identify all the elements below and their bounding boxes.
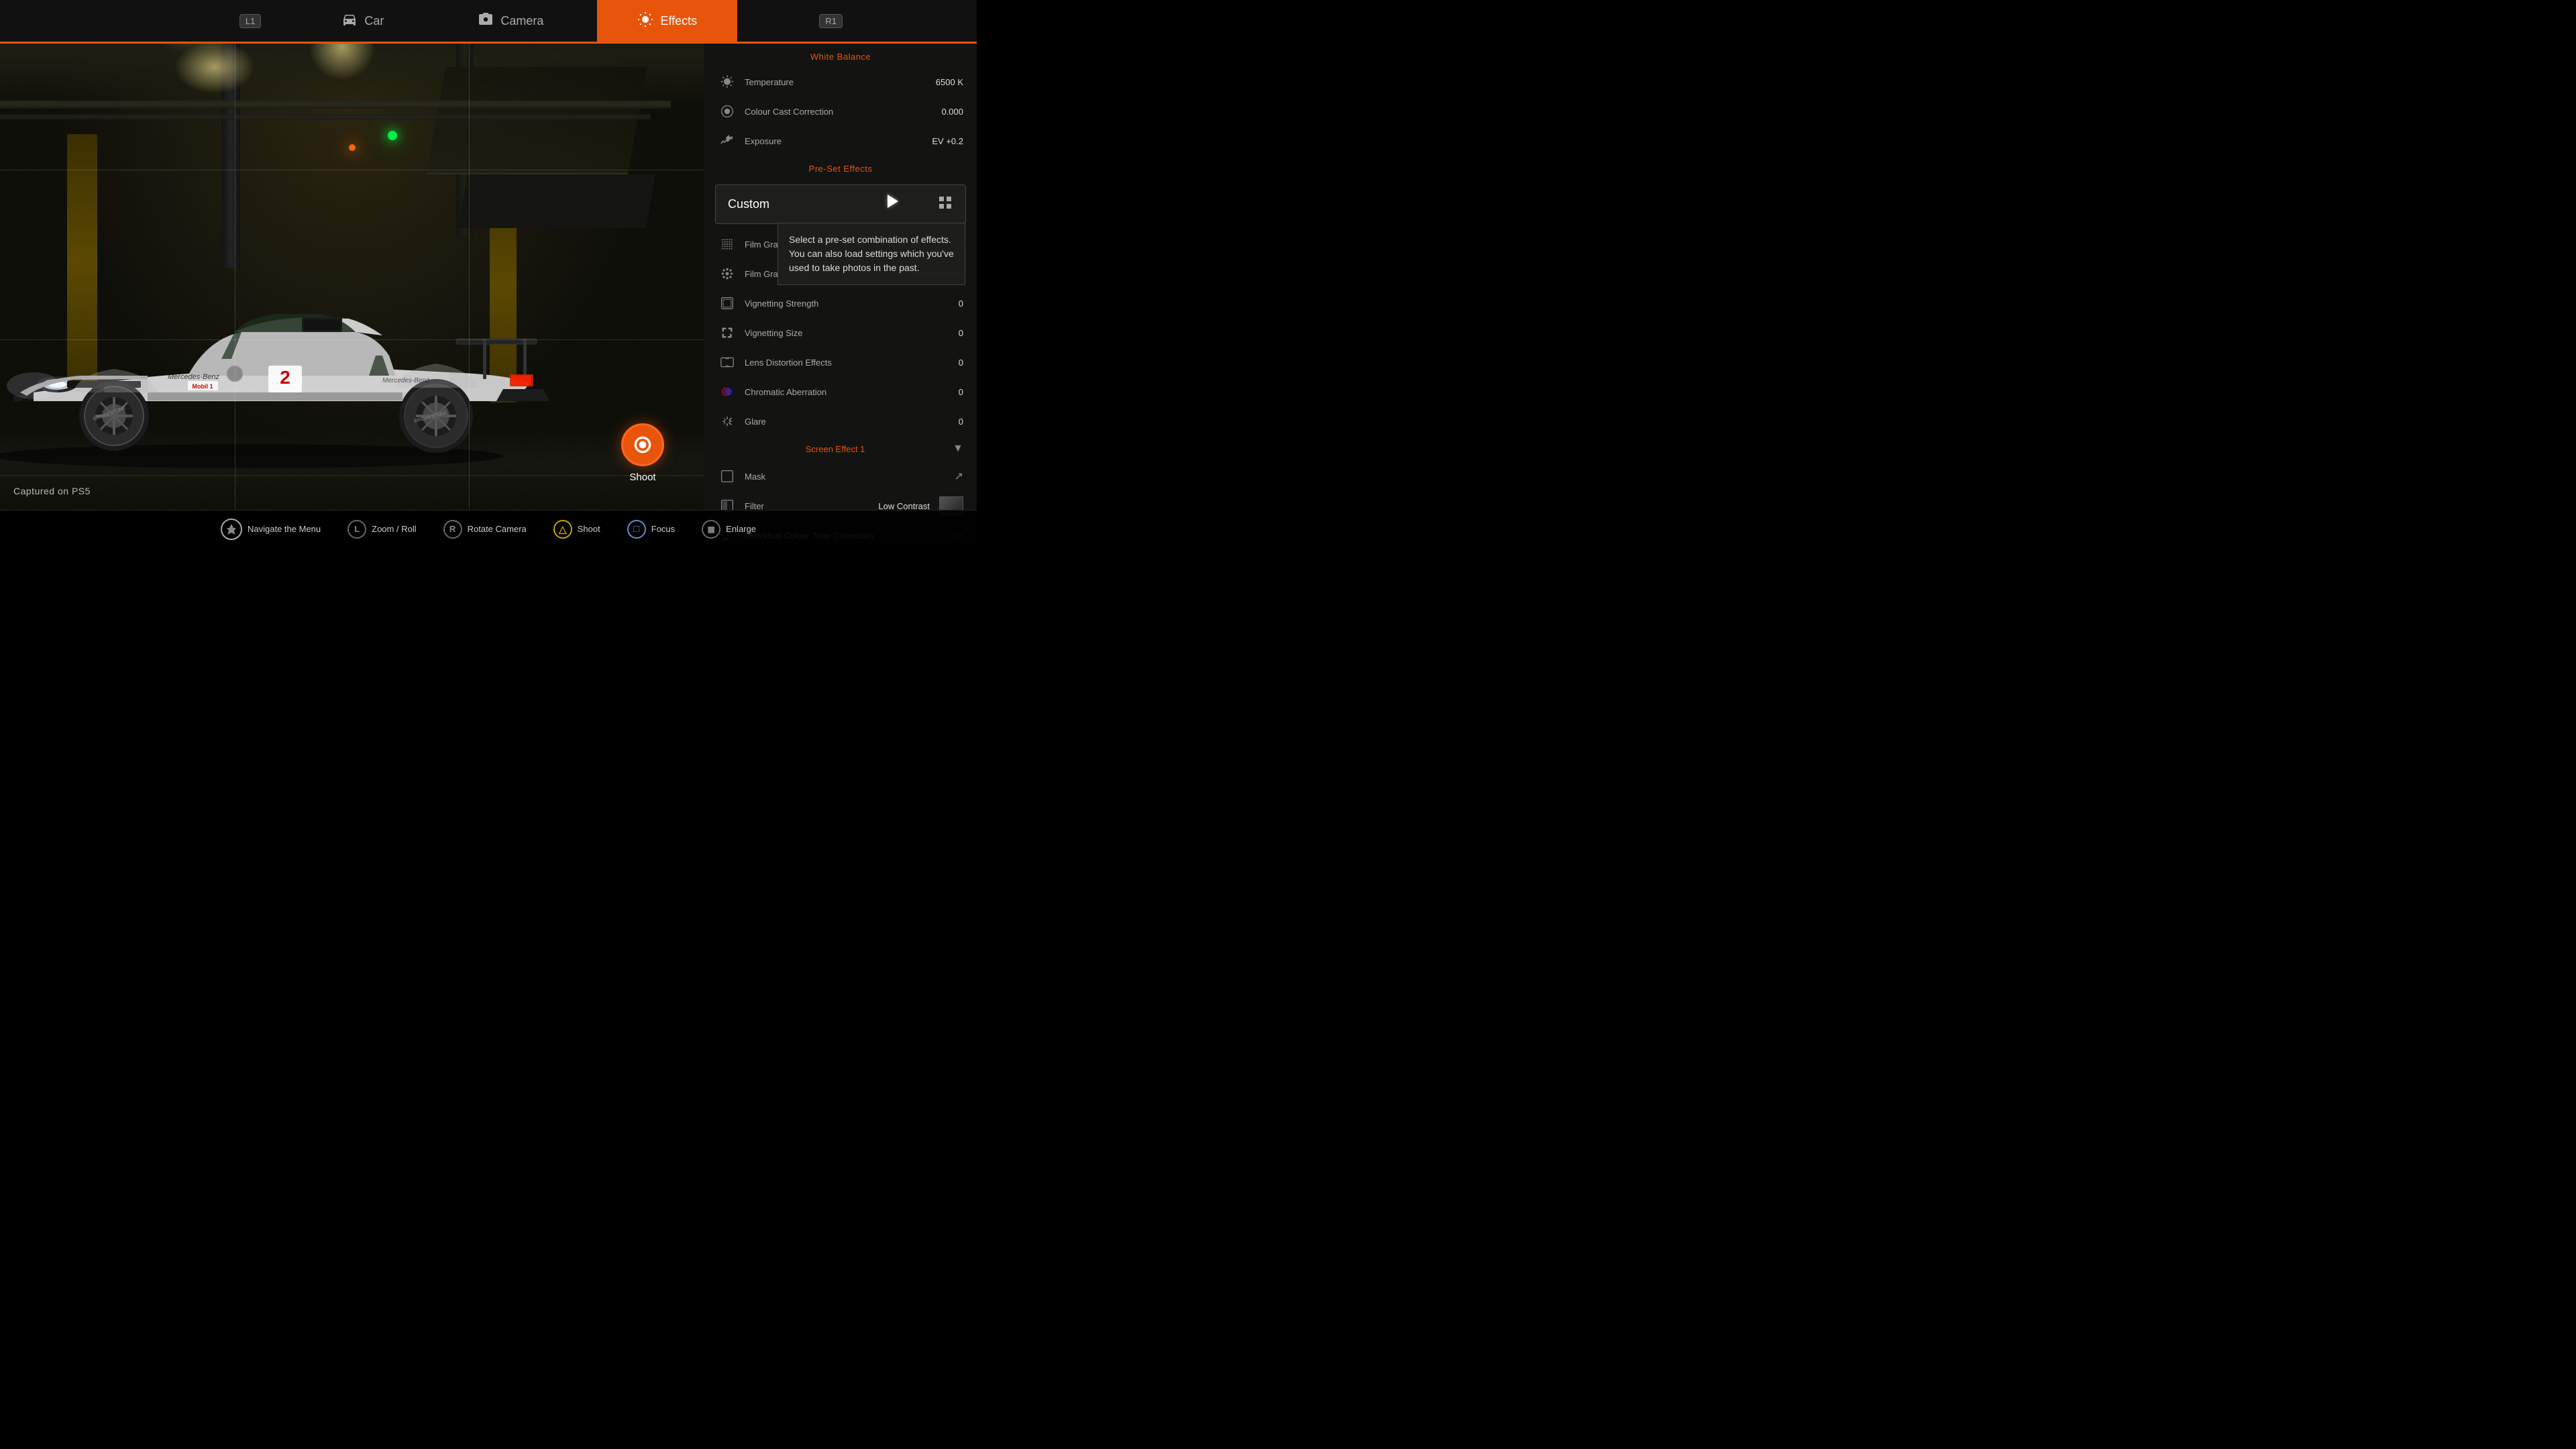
focus-label: Focus <box>651 524 675 534</box>
action-zoom: L Zoom / Roll <box>347 520 416 539</box>
cursor-arrow <box>888 195 898 208</box>
svg-text:AMG: AMG <box>91 387 105 394</box>
exposure-value: EV +0.2 <box>932 136 963 146</box>
shoot-action-label: Shoot <box>578 524 600 534</box>
temperature-value: 6500 K <box>936 77 963 87</box>
enlarge-button-icon: ▦ <box>702 520 720 539</box>
lens-distortion-row[interactable]: Lens Distortion Effects 0 <box>704 347 977 377</box>
action-rotate: R Rotate Camera <box>443 520 527 539</box>
lens-distortion-label: Lens Distortion Effects <box>745 358 959 368</box>
zoom-button-icon: L <box>347 520 366 539</box>
bottom-bar: Navigate the Menu L Zoom / Roll R Rotate… <box>0 510 977 547</box>
vignetting-strength-row[interactable]: Vignetting Strength 0 <box>704 288 977 318</box>
chromatic-aberration-icon <box>718 382 737 401</box>
focus-button-icon: □ <box>627 520 646 539</box>
vignetting-size-value: 0 <box>959 328 963 338</box>
mask-value-icon: ↗ <box>955 470 963 483</box>
exposure-label: Exposure <box>745 136 932 146</box>
rotate-button-icon: R <box>443 520 462 539</box>
captured-label: Captured on PS5 <box>13 486 91 496</box>
shoot-button[interactable]: Shoot <box>621 423 664 483</box>
vignetting-size-icon <box>718 323 737 342</box>
game-viewport: 2 <box>0 0 704 510</box>
preset-effects-header: Pre-Set Effects <box>704 156 977 179</box>
screen-effect-label: Screen Effect 1 <box>718 444 953 454</box>
tooltip: Select a pre-set combination of effects.… <box>777 223 965 285</box>
grid-icon <box>937 195 953 214</box>
film-grain-icon <box>718 235 737 254</box>
lens-distortion-icon <box>718 353 737 372</box>
action-enlarge: ▦ Enlarge <box>702 520 756 539</box>
colour-cast-row[interactable]: Colour Cast Correction 0.000 <box>704 97 977 126</box>
chromatic-aberration-value: 0 <box>959 387 963 397</box>
chromatic-aberration-label: Chromatic Aberration <box>745 387 959 397</box>
chromatic-aberration-row[interactable]: Chromatic Aberration 0 <box>704 377 977 407</box>
car-icon <box>341 11 358 31</box>
screen-effect-header[interactable]: Screen Effect 1 ▼ <box>704 436 977 462</box>
glare-row[interactable]: Glare 0 <box>704 407 977 436</box>
l1-trigger[interactable]: L1 <box>239 14 261 28</box>
vignetting-size-row[interactable]: Vignetting Size 0 <box>704 318 977 347</box>
accent-line <box>0 42 977 44</box>
screen-effect-arrow: ▼ <box>953 443 963 455</box>
effects-icon <box>637 11 653 31</box>
film-grain-mode-icon <box>718 264 737 283</box>
zoom-label: Zoom / Roll <box>372 524 416 534</box>
svg-text:Mobil 1: Mobil 1 <box>193 383 213 390</box>
action-shoot: △ Shoot <box>553 520 600 539</box>
shoot-button-icon: △ <box>553 520 572 539</box>
vignetting-strength-value: 0 <box>959 299 963 309</box>
mask-label: Mask <box>745 472 955 482</box>
tab-car-label: Car <box>364 14 384 28</box>
temperature-icon <box>718 72 737 91</box>
enlarge-label: Enlarge <box>726 524 756 534</box>
shoot-icon <box>621 423 664 466</box>
temperature-row[interactable]: Temperature 6500 K <box>704 67 977 97</box>
tab-camera-label: Camera <box>500 14 543 28</box>
right-panel: White Balance Temperature 6500 K Colour … <box>704 44 977 547</box>
navigate-label: Navigate the Menu <box>248 524 321 534</box>
shoot-label: Shoot <box>629 472 655 483</box>
tab-effects[interactable]: Effects <box>597 0 737 42</box>
navigate-icon <box>221 519 242 540</box>
mask-icon <box>718 467 737 486</box>
colour-cast-label: Colour Cast Correction <box>745 107 941 117</box>
camera-icon <box>478 11 494 31</box>
temperature-label: Temperature <box>745 77 936 87</box>
top-bar: L1 Car Camera Effects R1 <box>0 0 977 42</box>
car-display: 2 <box>0 188 584 470</box>
tab-camera[interactable]: Camera <box>437 0 584 42</box>
action-navigate: Navigate the Menu <box>221 519 321 540</box>
exposure-icon <box>718 131 737 150</box>
svg-text:2: 2 <box>280 367 290 388</box>
white-balance-header: White Balance <box>704 44 977 67</box>
tab-effects-label: Effects <box>660 14 697 28</box>
glare-icon <box>718 412 737 431</box>
tab-car[interactable]: Car <box>301 0 424 42</box>
r1-trigger[interactable]: R1 <box>819 14 843 28</box>
vignetting-size-label: Vignetting Size <box>745 328 959 338</box>
exposure-row[interactable]: Exposure EV +0.2 <box>704 126 977 156</box>
colour-cast-value: 0.000 <box>941 107 963 117</box>
rotate-label: Rotate Camera <box>468 524 527 534</box>
lens-distortion-value: 0 <box>959 358 963 368</box>
preset-label: Custom <box>728 197 937 211</box>
svg-text:Mercedes-Benz: Mercedes-Benz <box>168 373 220 381</box>
action-focus: □ Focus <box>627 520 675 539</box>
mask-row[interactable]: Mask ↗ <box>704 462 977 491</box>
colour-cast-icon <box>718 102 737 121</box>
vignetting-strength-label: Vignetting Strength <box>745 299 959 309</box>
preset-selector[interactable]: Custom Select a pre-set combination of e… <box>715 184 966 224</box>
vignetting-strength-icon <box>718 294 737 313</box>
glare-value: 0 <box>959 417 963 427</box>
svg-text:Mercedes-Benz: Mercedes-Benz <box>382 377 429 384</box>
glare-label: Glare <box>745 417 959 427</box>
